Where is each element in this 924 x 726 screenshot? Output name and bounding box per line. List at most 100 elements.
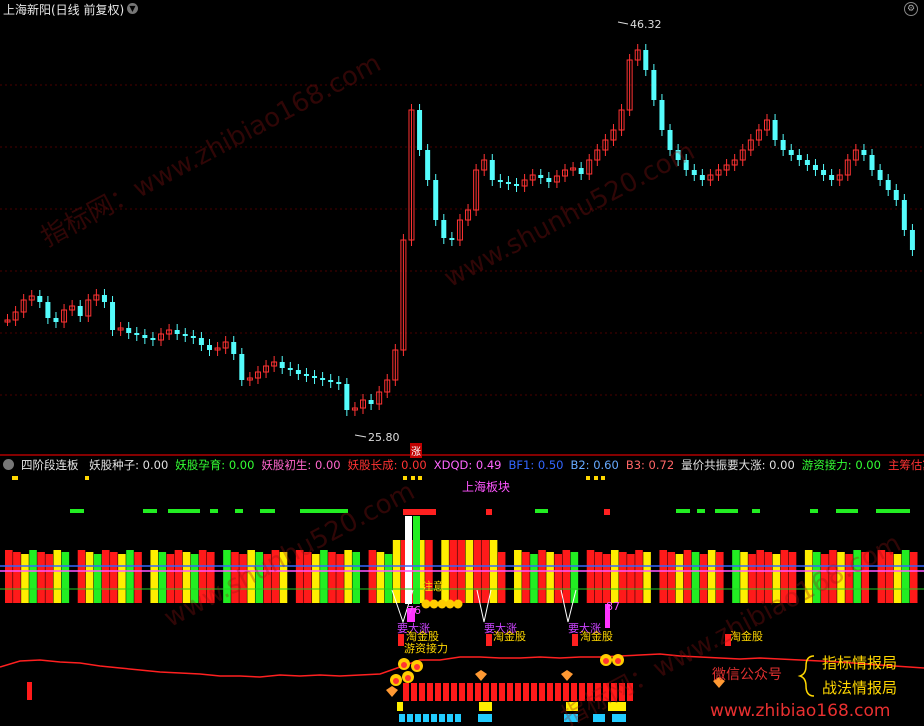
signal-number-87: 87: [606, 600, 620, 613]
candle-body: [893, 190, 899, 200]
indicator-bar: [562, 550, 571, 603]
signal-dot: [418, 476, 422, 480]
candle-body: [231, 342, 237, 354]
gear-icon[interactable]: ⚙: [904, 2, 918, 16]
face-mouth: [603, 658, 609, 664]
indicator-bar: [53, 550, 62, 603]
indicator-bar: [13, 552, 21, 603]
candle-body: [182, 334, 188, 336]
bottom-red-bar: [571, 683, 577, 701]
indicator-value-4: XDQD: 0.49: [433, 458, 502, 472]
signal-dot: [601, 476, 605, 480]
chevron-down-icon[interactable]: ▼: [127, 3, 138, 14]
green-dash: [715, 509, 738, 513]
bottom-red-bar: [475, 683, 481, 701]
bottom-cyan-bar: [447, 714, 453, 722]
candle-body: [101, 295, 107, 302]
candle-body: [320, 378, 326, 380]
red-dash: [403, 509, 436, 515]
indicator-value-2: 妖股初生: 0.00: [261, 458, 341, 472]
indicator-bar: [247, 550, 255, 603]
indicator-bar: [271, 550, 280, 603]
bottom-red-bar: [627, 683, 633, 701]
indicator-bar: [231, 552, 239, 603]
high-pointer: [617, 21, 629, 25]
green-dash: [876, 509, 910, 513]
high-price-label: 46.32: [630, 18, 662, 31]
green-dash: [752, 509, 760, 513]
coin-icon: [453, 599, 463, 609]
indicator-bar: [780, 550, 789, 603]
indicator-bar: [320, 550, 328, 603]
indicator-bar: [594, 552, 603, 603]
candle-body: [126, 328, 132, 333]
main-chart-header: 上海新阳(日线 前复权) ▼ ⚙: [0, 0, 924, 18]
candle-body: [772, 120, 778, 140]
indicator-bar: [707, 550, 716, 603]
indicator-bar: [5, 550, 13, 603]
bottom-red-bar: [435, 683, 441, 701]
green-dash: [697, 509, 705, 513]
candle-body: [780, 140, 786, 150]
candle-body: [53, 318, 59, 322]
chart-canvas[interactable]: [0, 0, 924, 726]
indicator-bar: [198, 550, 207, 603]
green-dash: [535, 509, 548, 513]
stock-chart-window[interactable]: 指标网：www.zhibiao168.com www.shunhu520.com…: [0, 0, 924, 726]
bottom-cyan-bar: [415, 714, 421, 722]
candle-body: [651, 70, 657, 100]
signal-dot: [85, 476, 89, 480]
candle-body: [344, 384, 350, 410]
indicator-bar: [546, 552, 554, 603]
indicator-bar: [667, 552, 676, 603]
brand-bracket: [797, 655, 815, 697]
face-mouth: [615, 658, 621, 664]
indicator-bar: [522, 552, 530, 603]
bottom-red-bar: [507, 683, 513, 701]
indicator-bar: [699, 554, 708, 603]
indicator-bar: [732, 550, 740, 603]
green-dash: [260, 509, 275, 513]
coin-icon: [437, 599, 447, 609]
green-dash: [168, 509, 200, 513]
candle-body: [368, 400, 374, 404]
coin-icon: [445, 599, 455, 609]
bottom-red-bar: [539, 683, 545, 701]
indicator-bar: [61, 552, 70, 603]
green-dash: [143, 509, 157, 513]
indicator-bar: [659, 550, 668, 603]
indicator-bar: [126, 550, 134, 603]
low-price-label: 25.80: [368, 431, 400, 444]
indicator-bar: [635, 550, 643, 603]
brand-line-1: 指标情报局: [822, 654, 898, 672]
candle-body: [901, 200, 907, 230]
face-mouth: [405, 675, 411, 681]
indicator-value-1: 妖股孕育: 0.00: [175, 458, 255, 472]
candle-body: [489, 160, 495, 180]
red-dash: [486, 509, 492, 515]
indicator-bar: [134, 552, 142, 603]
bottom-red-bar: [483, 683, 489, 701]
indicator-bar: [29, 550, 37, 603]
coin-icon: [429, 599, 439, 609]
indicator-bar: [821, 554, 829, 603]
indicator-bar: [376, 552, 385, 603]
indicator-bar: [101, 550, 110, 603]
indicator-value-3: 妖股长成: 0.00: [347, 458, 427, 472]
candle-body: [77, 306, 83, 316]
indicator-toggle-icon[interactable]: [3, 459, 14, 470]
indicator-bar: [829, 550, 837, 603]
candle-body: [142, 335, 148, 338]
face-mouth: [393, 678, 399, 684]
indicator-bar: [303, 552, 312, 603]
indicator-bar: [877, 550, 886, 603]
indicator-bar: [788, 552, 797, 603]
candle-body: [425, 150, 431, 180]
green-dash: [70, 509, 84, 513]
indicator-bar: [336, 554, 344, 603]
indicator-bar: [861, 552, 870, 603]
indicator-bar: [514, 550, 522, 603]
candle-body: [796, 155, 802, 160]
candle-body: [449, 238, 455, 240]
indicator-bar: [45, 554, 53, 603]
